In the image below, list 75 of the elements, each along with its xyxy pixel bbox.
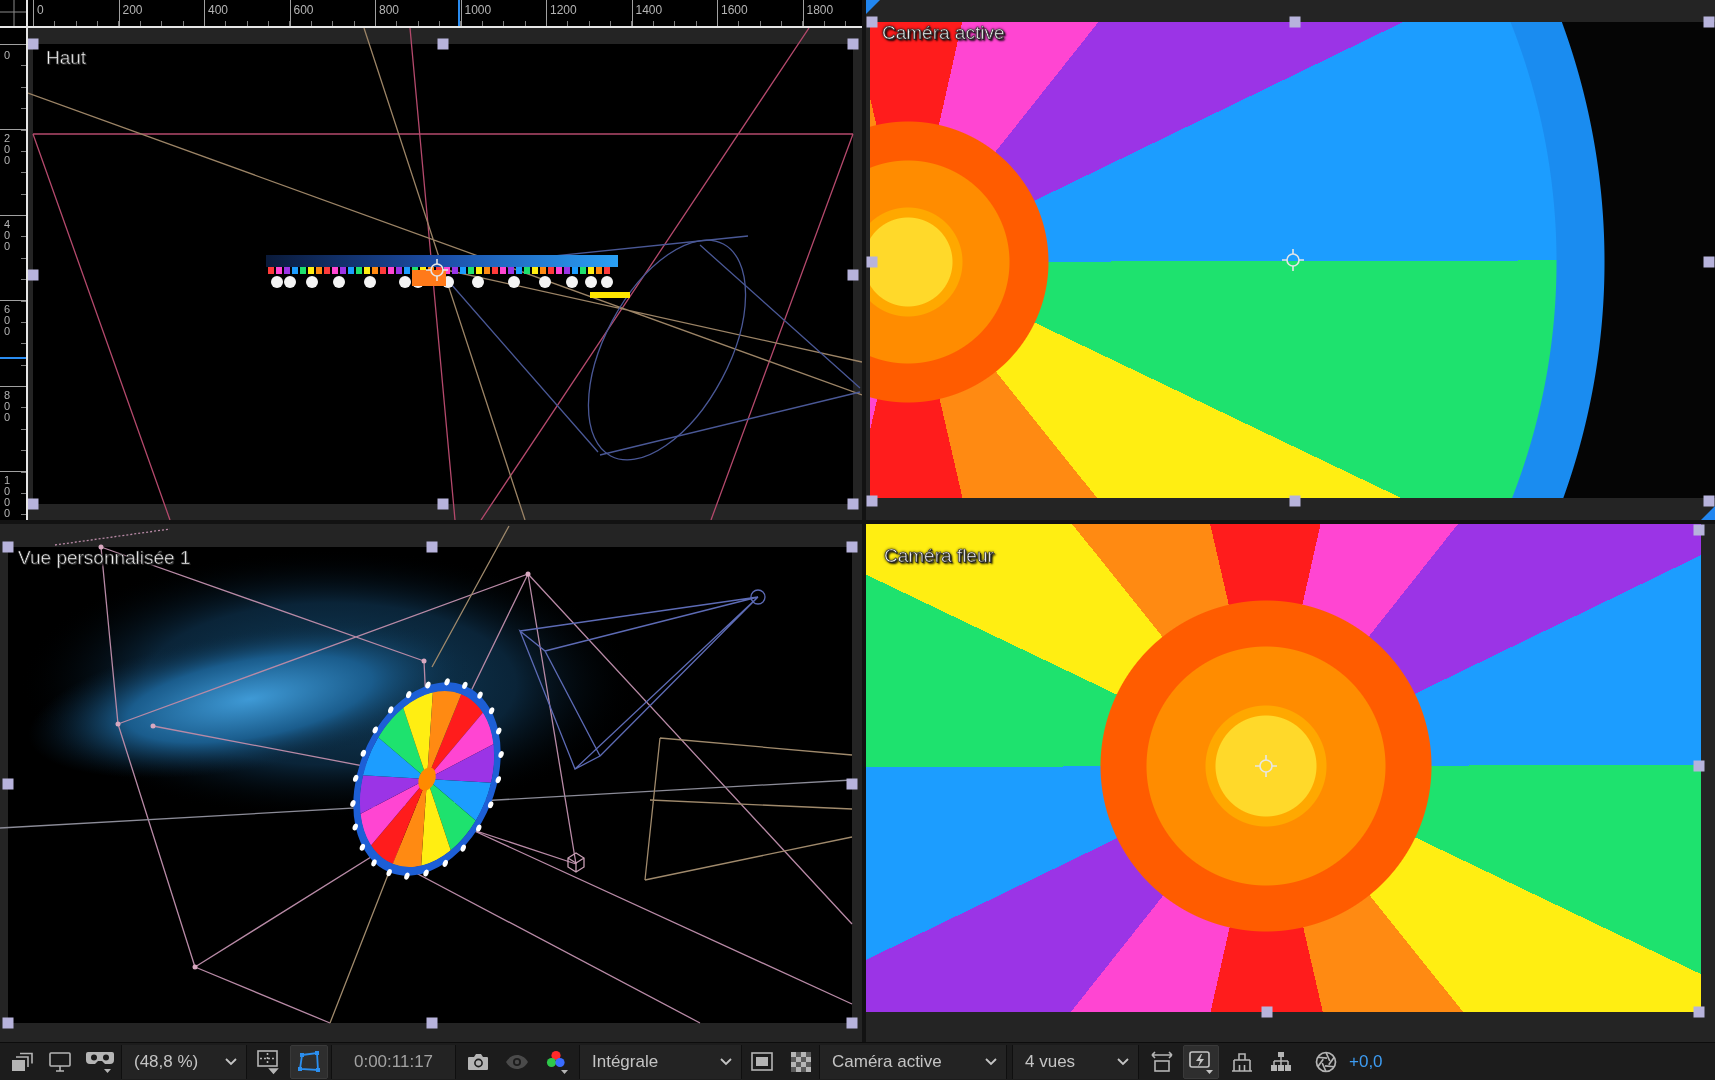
ruler-label: 400: [4, 218, 11, 252]
square-frame-icon: [750, 1050, 774, 1073]
view-label: Haut: [46, 48, 87, 68]
lightning-icon: [1187, 1048, 1215, 1075]
layer-handle[interactable]: [1693, 1006, 1705, 1018]
layer-handle[interactable]: [28, 498, 39, 510]
ruler-label: 400: [208, 3, 229, 17]
layer-handle[interactable]: [2, 1017, 14, 1029]
stacked-frames-icon: [10, 1050, 34, 1073]
layer-handle[interactable]: [847, 498, 859, 510]
layer-handle[interactable]: [437, 498, 449, 510]
layer-handle[interactable]: [1703, 16, 1715, 28]
ruler-origin-icon: [0, 0, 28, 28]
layer-handle[interactable]: [847, 269, 859, 281]
view-label: Caméra fleur: [884, 546, 994, 566]
layer-handle[interactable]: [2, 778, 14, 790]
exposure-value[interactable]: +0,0: [1349, 1051, 1383, 1072]
camera-view-dropdown[interactable]: Caméra active: [819, 1044, 1007, 1079]
layer-handle[interactable]: [437, 38, 449, 50]
layer-handle[interactable]: [866, 495, 878, 507]
ruler-label: 800: [379, 3, 400, 17]
ruler-label: 1000: [4, 475, 11, 519]
resolution-dropdown[interactable]: Intégrale: [579, 1044, 742, 1079]
ruler-label: 600: [4, 304, 11, 337]
rgb-circles-icon: [544, 1048, 570, 1075]
ruler-label: 1600: [721, 3, 748, 17]
timecode-display[interactable]: 0:00:11:17: [331, 1044, 456, 1079]
layer-handle[interactable]: [846, 1017, 858, 1029]
ruler-label: 600: [293, 3, 314, 17]
layer-handle[interactable]: [1693, 760, 1705, 772]
anchor-point-icon[interactable]: [425, 258, 449, 282]
ruler-label: 1800: [806, 3, 834, 17]
checkerboard-icon: [789, 1050, 813, 1073]
cursor-marker: [0, 357, 26, 359]
viewer-panel[interactable]: 0 200 400 600 800 1000 1200 1400 1600 1800 0 200 400 600 800 1000 Haut: [0, 0, 862, 520]
chevron-icon: [984, 1056, 998, 1067]
ruler-label: 200: [4, 133, 11, 166]
zoom-dropdown[interactable]: (48,8 %): [121, 1044, 247, 1079]
grid-frame-icon: [255, 1048, 281, 1075]
flowchart-icon: [1269, 1050, 1293, 1073]
layer-handle[interactable]: [1703, 495, 1715, 507]
layer-handle[interactable]: [426, 541, 438, 553]
ruler-label: 0: [4, 49, 11, 61]
cursor-marker: [458, 0, 460, 26]
ruler-label: 200: [122, 3, 143, 17]
mask-path-toggle[interactable]: [290, 1044, 328, 1079]
ruler-label: 1000: [464, 3, 492, 17]
fast-previews-button[interactable]: [1183, 1044, 1219, 1079]
view-layout-dropdown[interactable]: 4 vues: [1012, 1044, 1139, 1079]
layer-handle[interactable]: [426, 1017, 438, 1029]
aperture-icon: [1314, 1049, 1338, 1074]
layer-handle[interactable]: [846, 541, 858, 553]
ruler-label: 0: [37, 3, 44, 17]
chevron-icon: [719, 1056, 733, 1067]
monitor-icon: [48, 1050, 72, 1073]
layer-handle[interactable]: [847, 38, 859, 50]
layer-handle[interactable]: [28, 269, 39, 281]
layer-handle[interactable]: [866, 16, 878, 28]
ruler-label: 1200: [550, 3, 577, 17]
bar-chart-icon: [1230, 1050, 1254, 1073]
layer-handle[interactable]: [866, 256, 878, 268]
layer-handle[interactable]: [1289, 16, 1301, 28]
layer-handle[interactable]: [28, 38, 39, 50]
ruler-label: 800: [4, 389, 11, 423]
layer-handle[interactable]: [2, 541, 14, 553]
layer-handle[interactable]: [1693, 524, 1705, 536]
chevron-icon: [224, 1056, 238, 1067]
layer-handle[interactable]: [846, 778, 858, 790]
layer-handle[interactable]: [1289, 495, 1301, 507]
ruler-label: 1400: [635, 3, 663, 17]
layer-handle[interactable]: [1261, 1006, 1273, 1018]
frame-arrows-icon: [1149, 1049, 1175, 1074]
layer-handle[interactable]: [1703, 256, 1715, 268]
chevron-icon: [1116, 1056, 1130, 1067]
mask-path-icon: [296, 1049, 322, 1074]
